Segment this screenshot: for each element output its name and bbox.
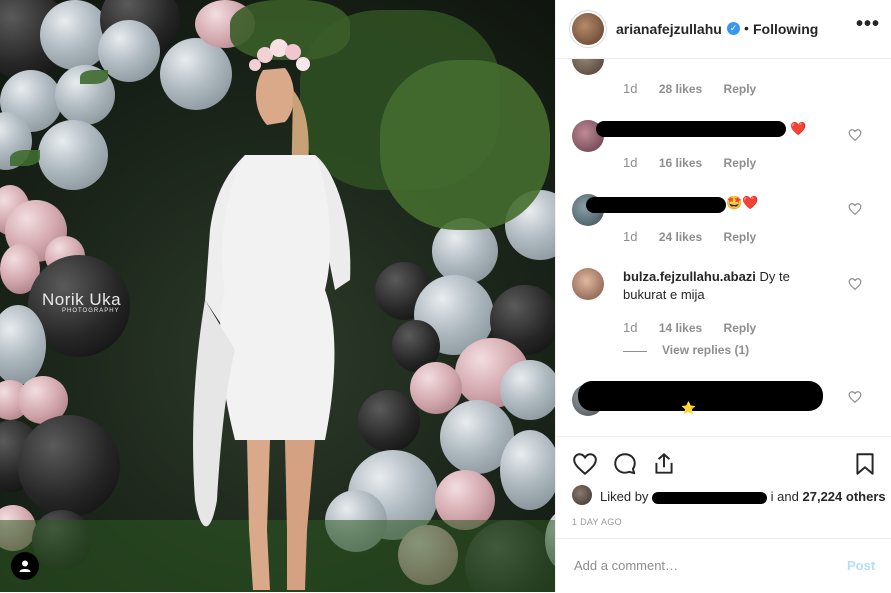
view-replies-divider bbox=[623, 351, 647, 352]
post-timestamp[interactable]: 1 DAY AGO bbox=[572, 517, 622, 527]
comment-username[interactable]: bulza.fejzullahu.abazi bbox=[623, 269, 756, 284]
person-icon bbox=[19, 560, 31, 572]
bookmark-icon[interactable] bbox=[852, 451, 878, 477]
comment-meta: 1d 24 likes Reply bbox=[623, 229, 756, 244]
foliage bbox=[380, 60, 550, 230]
reply-button[interactable]: Reply bbox=[724, 230, 757, 244]
more-options-icon[interactable]: ••• bbox=[856, 13, 880, 36]
comment-bubble-icon[interactable] bbox=[612, 451, 638, 477]
redaction-mark bbox=[586, 197, 726, 213]
comment-text-block: bulza.fejzullahu.abazi Dy te bukurat e m… bbox=[623, 268, 823, 304]
add-comment-bar: Post bbox=[556, 538, 891, 593]
comment-meta: 1d 16 likes Reply bbox=[623, 155, 756, 170]
redaction-mark bbox=[578, 381, 823, 411]
comment-avatar[interactable] bbox=[572, 268, 604, 300]
foliage bbox=[10, 150, 40, 166]
comment-meta: 1d 14 likes Reply bbox=[623, 320, 756, 335]
reply-button[interactable]: Reply bbox=[724, 156, 757, 170]
foliage bbox=[80, 70, 108, 84]
balloon bbox=[38, 120, 108, 190]
post-header: arianafejzullahu ✓ • Following ••• bbox=[556, 0, 891, 59]
liked-by-avatar[interactable] bbox=[572, 485, 592, 505]
photographer-watermark: Norik Uka PHOTOGRAPHY bbox=[42, 290, 121, 314]
comment-emoji: 🤩❤️ bbox=[726, 195, 759, 210]
like-comment-heart-icon[interactable] bbox=[848, 390, 862, 404]
woman-figure bbox=[193, 39, 351, 590]
comment-time: 1d bbox=[623, 320, 638, 335]
redaction-mark bbox=[596, 121, 786, 137]
likes-count[interactable]: 27,224 others bbox=[803, 489, 886, 504]
comment-avatar[interactable] bbox=[572, 59, 604, 75]
balloon bbox=[500, 430, 555, 510]
comment-time: 1d bbox=[623, 81, 638, 96]
view-replies-button[interactable]: View replies (1) bbox=[662, 343, 749, 357]
reply-button[interactable]: Reply bbox=[724, 321, 757, 335]
like-comment-heart-icon[interactable] bbox=[848, 128, 862, 142]
comment-likes[interactable]: 24 likes bbox=[659, 230, 702, 244]
liked-suffix: i and bbox=[770, 489, 799, 504]
like-comment-heart-icon[interactable] bbox=[848, 202, 862, 216]
comment-emoji: ⭐ bbox=[681, 401, 696, 415]
comment-likes[interactable]: 16 likes bbox=[659, 156, 702, 170]
post-photo[interactable]: Norik Uka PHOTOGRAPHY bbox=[0, 0, 555, 592]
author-username[interactable]: arianafejzullahu bbox=[616, 21, 722, 37]
post-side-panel: arianafejzullahu ✓ • Following ••• 1d 28… bbox=[555, 0, 891, 592]
verified-badge-icon: ✓ bbox=[727, 22, 740, 35]
liked-prefix: Liked by bbox=[600, 489, 649, 504]
comment-meta: 1d 28 likes Reply bbox=[623, 81, 756, 96]
balloon bbox=[18, 415, 120, 517]
comment-time: 1d bbox=[623, 155, 638, 170]
comment-likes[interactable]: 28 likes bbox=[659, 82, 702, 96]
tagged-user-icon[interactable] bbox=[11, 552, 39, 580]
redaction-mark bbox=[652, 491, 768, 504]
following-button[interactable]: Following bbox=[753, 21, 818, 37]
reply-button[interactable]: Reply bbox=[724, 82, 757, 96]
watermark-subtext: PHOTOGRAPHY bbox=[62, 308, 120, 314]
separator-dot: • bbox=[744, 20, 749, 36]
like-heart-icon[interactable] bbox=[572, 451, 598, 477]
comment-time: 1d bbox=[623, 229, 638, 244]
comment-emoji: ❤️ bbox=[790, 121, 807, 136]
post-comment-button[interactable]: Post bbox=[847, 558, 875, 573]
author-avatar[interactable] bbox=[572, 13, 604, 45]
liked-by-text[interactable]: Liked by i and 27,224 others bbox=[600, 489, 886, 504]
comment-likes[interactable]: 14 likes bbox=[659, 321, 702, 335]
add-comment-input[interactable] bbox=[572, 557, 826, 574]
like-comment-heart-icon[interactable] bbox=[848, 277, 862, 291]
balloon bbox=[500, 360, 555, 420]
watermark-text: Norik Uka bbox=[42, 290, 122, 309]
comments-list[interactable]: 1d 28 likes Reply ❤️ 1d 16 likes Reply 🤩… bbox=[556, 59, 891, 436]
share-upload-icon[interactable] bbox=[651, 451, 677, 477]
post-actions: Liked by i and 27,224 others 1 DAY AGO bbox=[556, 436, 891, 547]
